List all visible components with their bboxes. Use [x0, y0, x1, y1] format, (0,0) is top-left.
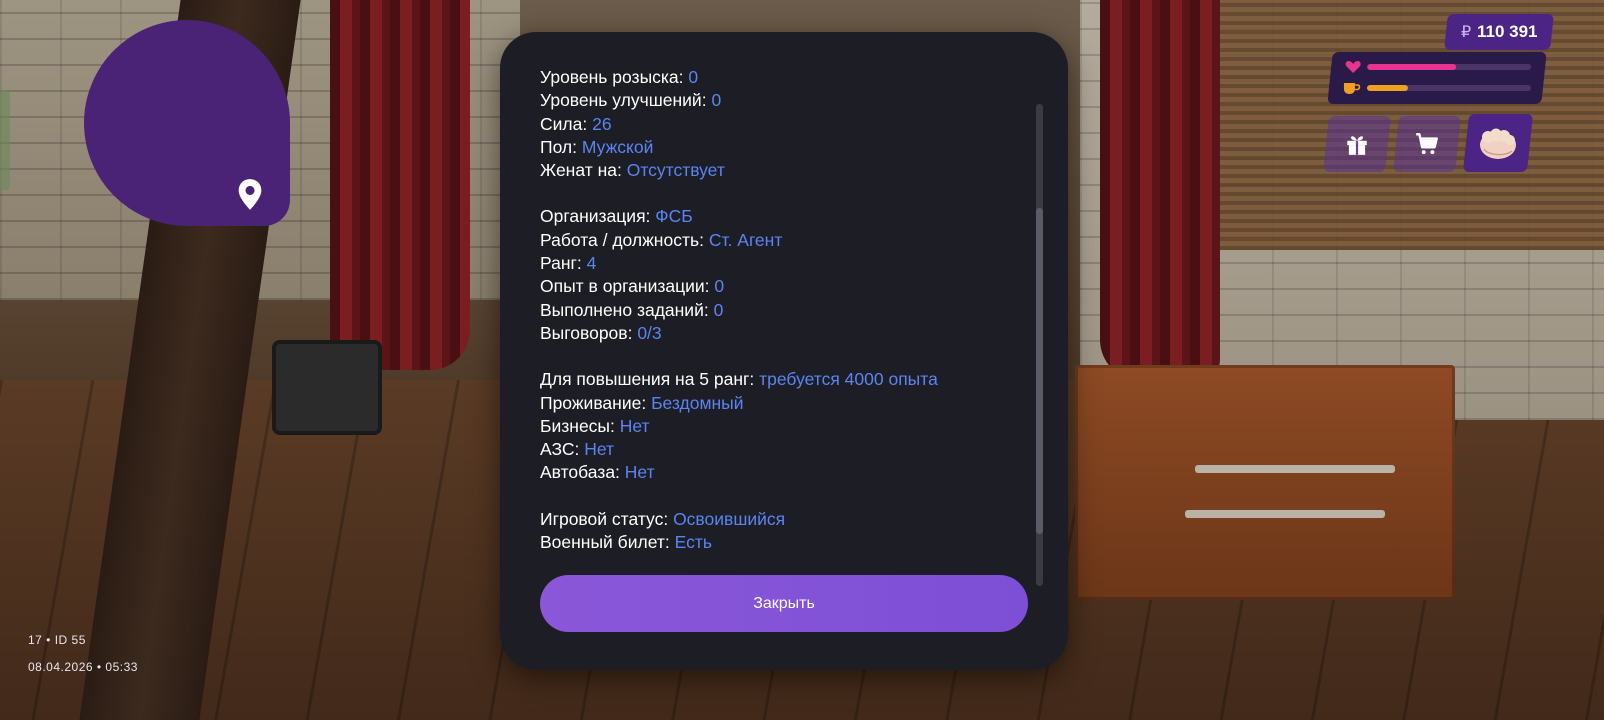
stat-line: Проживание: Бездомный	[540, 392, 1030, 415]
stat-label: Выполнено заданий:	[540, 299, 714, 320]
stat-value: 0	[711, 90, 722, 111]
stat-label: Работа / должность:	[540, 229, 709, 250]
stat-value: Отсутствует	[626, 160, 725, 181]
hunger-bar-fill	[1366, 85, 1408, 91]
stat-value: 4	[586, 253, 597, 274]
curtain-left	[330, 0, 470, 370]
health-bar-fill	[1367, 64, 1456, 70]
dresser-handle	[1185, 510, 1385, 518]
stat-value: Мужской	[581, 136, 654, 157]
hunger-bar	[1366, 85, 1531, 91]
minimap[interactable]	[84, 20, 290, 226]
curtain-right	[1100, 0, 1220, 380]
stat-line: Выполнено заданий: 0	[540, 299, 1030, 322]
stats-scrollbar[interactable]	[1036, 104, 1043, 586]
cart-icon	[1416, 133, 1438, 155]
health-row	[1345, 60, 1532, 74]
money-display: ₽ 110 391	[1444, 14, 1554, 50]
shop-button[interactable]	[1393, 116, 1461, 172]
stat-line: Выговоров: 0/3	[540, 322, 1030, 345]
stat-label: Бизнесы:	[540, 415, 620, 436]
stat-line: Для повышения на 5 ранг: требуется 4000 …	[540, 368, 1030, 391]
stat-line: Военный билет: Есть	[540, 531, 1030, 554]
stat-line: Ранг: 4	[540, 252, 1030, 275]
stat-label: Ранг:	[540, 253, 587, 274]
gift-button[interactable]	[1323, 116, 1391, 172]
money-amount: 110 391	[1476, 22, 1538, 41]
stat-line: Сила: 26	[540, 113, 1030, 136]
stat-value: Бездомный	[651, 392, 744, 413]
stat-line: Игровой статус: Освоившийся	[540, 508, 1030, 531]
stat-value: Есть	[674, 532, 712, 553]
stat-line: АЗС: Нет	[540, 438, 1030, 461]
stat-label: Автобаза:	[540, 462, 625, 483]
stat-value: требуется 4000 опыта	[759, 369, 938, 390]
datetime-label: 08.04.2026 • 05:33	[28, 660, 138, 674]
stat-line: Работа / должность: Ст. Агент	[540, 229, 1030, 252]
stat-label: Женат на:	[540, 160, 627, 181]
dresser-handle	[1195, 465, 1395, 473]
close-button[interactable]: Закрыть	[540, 575, 1028, 632]
stat-line: Автобаза: Нет	[540, 461, 1030, 484]
stat-value: 0	[688, 67, 699, 87]
stat-label: Организация:	[540, 206, 656, 227]
stat-value: ФСБ	[655, 206, 693, 227]
stat-label: АЗС:	[540, 439, 585, 460]
stats-scrollbar-thumb[interactable]	[1036, 208, 1043, 534]
hunger-row	[1343, 81, 1531, 95]
stats-list[interactable]: Уровень розыска: 0 Уровень улучшений: 0 Си…	[540, 66, 1030, 572]
ruble-icon: ₽	[1460, 24, 1471, 41]
stat-value: 0	[714, 276, 725, 297]
stat-value: Нет	[584, 439, 615, 460]
heart-icon	[1345, 61, 1361, 73]
fist-icon	[1480, 128, 1516, 159]
stat-label: Уровень улучшений:	[540, 90, 712, 111]
stat-label: Проживание:	[540, 392, 652, 413]
stat-label: Игровой статус:	[540, 508, 674, 529]
player-stats-dialog: Уровень розыска: 0 Уровень улучшений: 0 Си…	[500, 32, 1068, 670]
stat-label: Опыт в организации:	[540, 276, 715, 297]
stat-value: 0	[713, 299, 724, 320]
stat-line: Бизнесы: Нет	[540, 415, 1030, 438]
stat-value: Ст. Агент	[708, 229, 783, 250]
stat-label: Для повышения на 5 ранг:	[540, 369, 760, 390]
stat-label: Выговоров:	[540, 322, 638, 343]
location-pin-icon[interactable]	[236, 178, 264, 212]
stat-value: 26	[592, 113, 612, 134]
stat-value: 0/3	[637, 322, 662, 343]
stat-line: Уровень улучшений: 0	[540, 89, 1030, 112]
stat-label: Военный билет:	[540, 532, 675, 553]
stat-line: Пол: Мужской	[540, 136, 1030, 159]
stat-line: Опыт в организации: 0	[540, 275, 1030, 298]
game-screen: ₽ 110 391 17 • ID 55 08.04.2026 • 05:33 …	[0, 0, 1604, 720]
stat-value: Нет	[619, 415, 650, 436]
stat-value: Нет	[624, 462, 655, 483]
suitcase	[272, 340, 382, 435]
stat-label: Сила:	[540, 113, 593, 134]
fist-weapon-button[interactable]	[1462, 114, 1534, 172]
health-bar	[1367, 64, 1532, 70]
stat-line: Организация: ФСБ	[540, 205, 1030, 228]
stat-label: Пол:	[540, 136, 582, 157]
dresser	[1075, 365, 1455, 600]
coffee-cup-icon	[1343, 83, 1361, 94]
player-id-label: 17 • ID 55	[28, 633, 86, 647]
stat-line: Женат на: Отсутствует	[540, 159, 1030, 182]
gift-icon	[1347, 136, 1367, 155]
stat-value: Освоившийся	[673, 508, 786, 529]
vitals-panel	[1327, 52, 1547, 104]
stat-label: Уровень розыска:	[540, 67, 689, 87]
side-tab[interactable]	[0, 90, 10, 190]
stat-line: Уровень розыска: 0	[540, 66, 1030, 89]
